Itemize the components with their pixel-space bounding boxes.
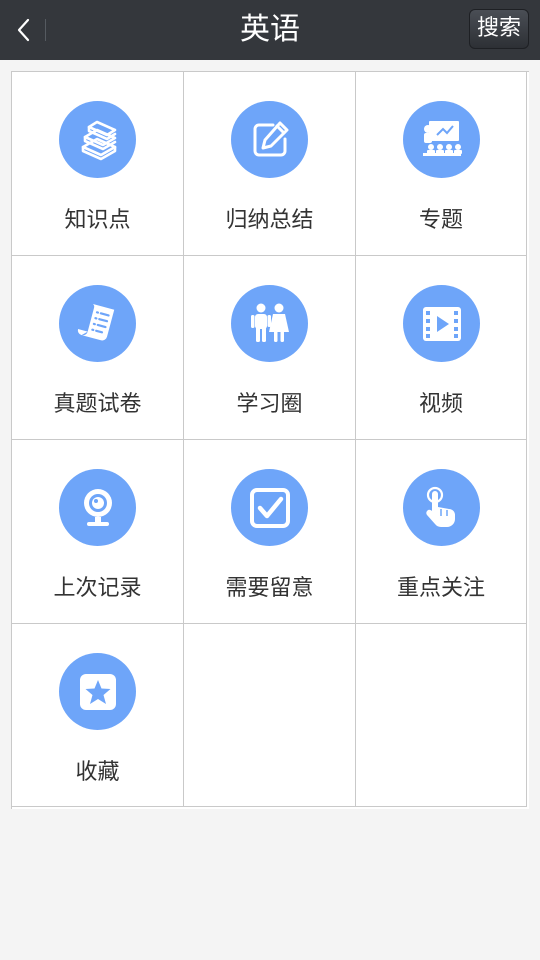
tile-label: 真题试卷 [53,392,142,417]
icon-circle [231,469,308,546]
tile-label: 收藏 [75,760,120,785]
tile-label: 学习圈 [236,392,303,417]
edit-icon [253,121,288,156]
divider [45,19,46,41]
star-icon [79,673,116,710]
tile-topics[interactable]: 专题 [356,72,527,256]
tile-summary[interactable]: 归纳总结 [184,72,356,256]
presentation-icon [422,120,462,156]
tile-label: 重点关注 [396,576,485,601]
icon-circle [403,285,480,362]
tap-icon [425,486,455,527]
tile-label: 需要留意 [225,576,314,601]
tile-label: 知识点 [64,208,131,233]
icon-circle [403,101,480,178]
tile-knowledge-points[interactable]: 知识点 [12,72,184,256]
icon-circle [231,101,308,178]
page-title: 英语 [240,12,300,47]
chevron-left-icon [17,18,30,42]
icon-circle [403,469,480,546]
tile-label: 专题 [418,208,463,233]
tile-past-papers[interactable]: 真题试卷 [12,256,184,440]
icon-circle [231,285,308,362]
empty-cell [184,624,356,807]
icon-circle [59,101,136,178]
empty-cell [356,624,527,807]
back-button[interactable] [0,0,48,60]
tile-label: 归纳总结 [225,208,314,233]
menu-grid: 知识点 归纳总结 专题 真题试卷 学习圈 视频 上次记录 需要留意 重点关注 收… [11,71,529,809]
tile-favorites[interactable]: 收藏 [12,624,184,807]
books-icon [81,120,116,160]
tile-video[interactable]: 视频 [356,256,527,440]
tile-label: 上次记录 [53,576,142,601]
scroll-icon [77,303,114,340]
icon-circle [59,469,136,546]
search-button[interactable]: 搜索 [469,9,529,49]
checkbox-icon [249,487,290,528]
film-icon [422,306,461,341]
people-icon [250,303,289,342]
webcam-icon [83,488,112,526]
tile-attention[interactable]: 需要留意 [184,440,356,624]
icon-circle [59,285,136,362]
tile-study-circle[interactable]: 学习圈 [184,256,356,440]
tile-focus[interactable]: 重点关注 [356,440,527,624]
icon-circle [59,653,136,730]
tile-last-record[interactable]: 上次记录 [12,440,184,624]
top-bar: 英语 搜索 [0,0,540,60]
tile-label: 视频 [418,392,463,417]
